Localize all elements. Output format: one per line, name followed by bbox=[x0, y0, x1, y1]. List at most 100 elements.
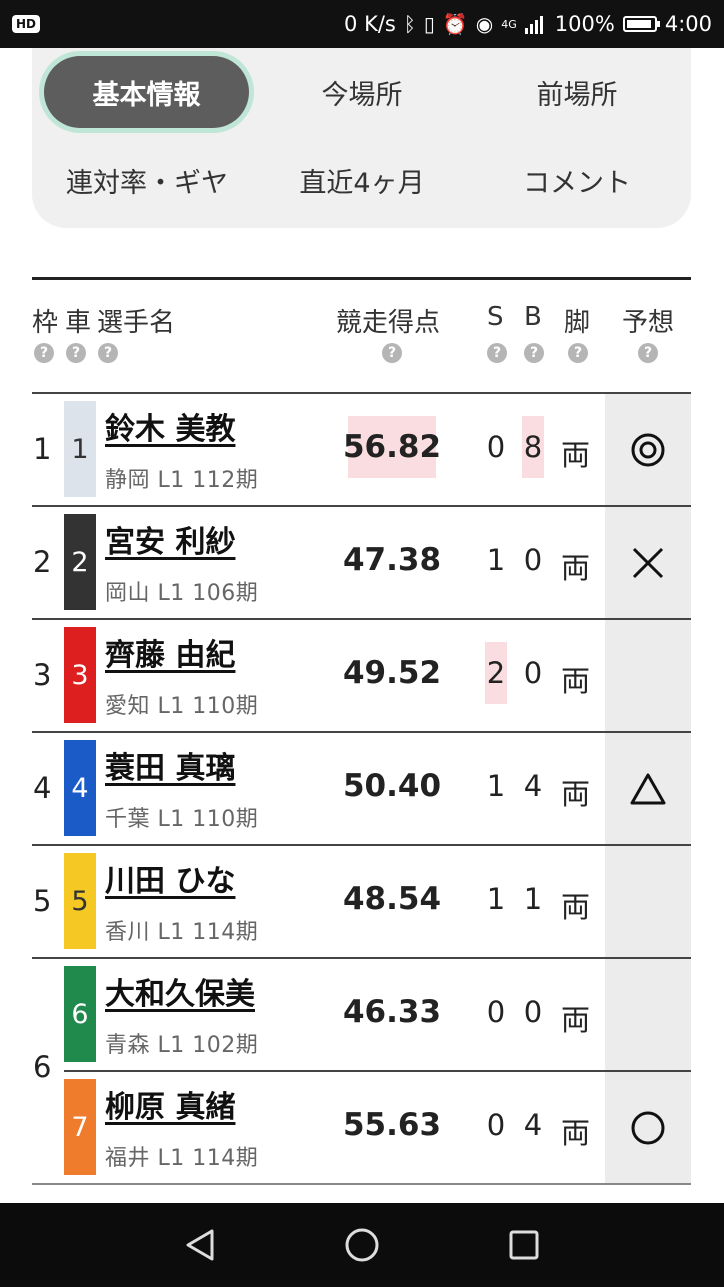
status-bar: HD 0 K/s ᛒ ▯ ⏰ ◉ 4G 100% 4:00 bbox=[0, 0, 724, 48]
eye-icon: ◉ bbox=[475, 12, 494, 36]
row-separator bbox=[32, 505, 691, 507]
car-number-badge: 5 bbox=[64, 853, 96, 949]
header-prediction: 予想 bbox=[622, 308, 675, 338]
row-separator bbox=[64, 1070, 691, 1072]
car-number-badge: 1 bbox=[64, 401, 96, 497]
header-score: 競走得点 bbox=[336, 308, 441, 338]
triangle-icon bbox=[605, 733, 691, 844]
battery-percent: 100% bbox=[554, 12, 615, 36]
racer-name-link[interactable]: 鈴木 美教 bbox=[105, 404, 235, 448]
back-icon[interactable] bbox=[180, 1225, 220, 1265]
frame-number: 1 bbox=[33, 432, 52, 466]
row-separator bbox=[32, 392, 691, 394]
racer-name-link[interactable]: 柳原 真緒 bbox=[105, 1082, 235, 1126]
tab-previous-venue[interactable]: 前場所 bbox=[472, 56, 682, 128]
s-count: 0 bbox=[486, 430, 506, 464]
s-count: 1 bbox=[486, 882, 506, 916]
racer-name-link[interactable]: 大和久保美 bbox=[105, 969, 255, 1013]
recent-apps-icon[interactable] bbox=[504, 1225, 544, 1265]
frame-number: 2 bbox=[33, 545, 52, 579]
table-bottom-rule bbox=[32, 1183, 691, 1185]
leg-type: 両 bbox=[561, 551, 591, 585]
s-count: 1 bbox=[486, 769, 506, 803]
help-leg-icon[interactable]: ? bbox=[568, 343, 588, 363]
bluetooth-icon: ᛒ bbox=[403, 12, 416, 36]
leg-type: 両 bbox=[561, 1003, 591, 1037]
race-score: 47.38 bbox=[342, 542, 442, 578]
alarm-icon: ⏰ bbox=[442, 12, 468, 36]
leg-type: 両 bbox=[561, 1116, 591, 1150]
clock: 4:00 bbox=[664, 12, 712, 36]
help-s-icon[interactable]: ? bbox=[487, 343, 507, 363]
header-s: S bbox=[487, 302, 504, 332]
racer-info: 福井 L1 114期 bbox=[105, 1146, 259, 1171]
tab-rates-gear[interactable]: 連対率・ギヤ bbox=[42, 144, 252, 216]
tab-panel: 基本情報 今場所 前場所 連対率・ギヤ 直近4ヶ月 コメント bbox=[32, 48, 691, 228]
s-count: 0 bbox=[486, 995, 506, 1029]
b-count: 1 bbox=[523, 882, 543, 916]
home-icon[interactable] bbox=[342, 1225, 382, 1265]
b-count: 4 bbox=[523, 769, 543, 803]
frame-number: 5 bbox=[33, 884, 52, 918]
circle-icon bbox=[605, 1072, 691, 1183]
tab-recent-4-months[interactable]: 直近4ヶ月 bbox=[257, 144, 467, 216]
racer-name-link[interactable]: 川田 ひな bbox=[105, 856, 235, 900]
tab-basic-info[interactable]: 基本情報 bbox=[44, 56, 249, 128]
battery-icon bbox=[622, 16, 660, 32]
help-frame-icon[interactable]: ? bbox=[34, 343, 54, 363]
empty-prediction bbox=[605, 846, 691, 957]
help-name-icon[interactable]: ? bbox=[98, 343, 118, 363]
race-score: 56.82 bbox=[343, 416, 441, 478]
car-number-badge: 4 bbox=[64, 740, 96, 836]
racer-name-link[interactable]: 齊藤 由紀 bbox=[105, 630, 235, 674]
race-score: 55.63 bbox=[342, 1107, 442, 1143]
tab-current-venue[interactable]: 今場所 bbox=[257, 56, 467, 128]
help-car-icon[interactable]: ? bbox=[66, 343, 86, 363]
row-separator bbox=[32, 844, 691, 846]
car-number-badge: 3 bbox=[64, 627, 96, 723]
header-frame: 枠 bbox=[32, 308, 59, 338]
empty-prediction bbox=[605, 959, 691, 1070]
signal-icon bbox=[524, 16, 543, 34]
help-b-icon[interactable]: ? bbox=[524, 343, 544, 363]
header-name: 選手名 bbox=[97, 308, 176, 338]
header-leg: 脚 bbox=[564, 308, 591, 338]
row-separator bbox=[32, 618, 691, 620]
s-count: 1 bbox=[486, 543, 506, 577]
racer-name-link[interactable]: 宮安 利紗 bbox=[105, 517, 235, 561]
racer-info: 千葉 L1 110期 bbox=[105, 807, 259, 832]
frame-number-merged: 6 bbox=[33, 1050, 52, 1084]
s-count: 0 bbox=[486, 1108, 506, 1142]
racer-info: 青森 L1 102期 bbox=[105, 1033, 259, 1058]
leg-type: 両 bbox=[561, 890, 591, 924]
racer-info: 香川 L1 114期 bbox=[105, 920, 259, 945]
help-prediction-icon[interactable]: ? bbox=[638, 343, 658, 363]
race-score: 48.54 bbox=[342, 881, 442, 917]
row-separator bbox=[32, 957, 691, 959]
leg-type: 両 bbox=[561, 438, 591, 472]
race-score: 49.52 bbox=[342, 655, 442, 691]
navigation-bar bbox=[0, 1203, 724, 1287]
header-car: 車 bbox=[65, 308, 92, 338]
racer-info: 岡山 L1 106期 bbox=[105, 581, 259, 606]
signal-label: 4G bbox=[501, 17, 517, 31]
help-score-icon[interactable]: ? bbox=[382, 343, 402, 363]
tab-comment[interactable]: コメント bbox=[472, 144, 682, 216]
vibrate-icon: ▯ bbox=[423, 12, 435, 36]
leg-type: 両 bbox=[561, 777, 591, 811]
table-top-rule bbox=[32, 277, 691, 280]
leg-type: 両 bbox=[561, 664, 591, 698]
row-separator bbox=[32, 731, 691, 733]
b-count: 0 bbox=[523, 656, 543, 690]
race-score: 50.40 bbox=[342, 768, 442, 804]
header-b: B bbox=[524, 302, 542, 332]
car-number-badge: 6 bbox=[64, 966, 96, 1062]
double-circle-icon bbox=[605, 394, 691, 505]
b-count: 4 bbox=[523, 1108, 543, 1142]
network-speed: 0 K/s bbox=[344, 12, 396, 36]
racer-name-link[interactable]: 蓑田 真璃 bbox=[105, 743, 235, 787]
s-count: 2 bbox=[485, 642, 507, 704]
car-number-badge: 7 bbox=[64, 1079, 96, 1175]
hd-badge: HD bbox=[12, 15, 41, 33]
status-icons: 0 K/s ᛒ ▯ ⏰ ◉ 4G 100% 4:00 bbox=[344, 12, 712, 36]
